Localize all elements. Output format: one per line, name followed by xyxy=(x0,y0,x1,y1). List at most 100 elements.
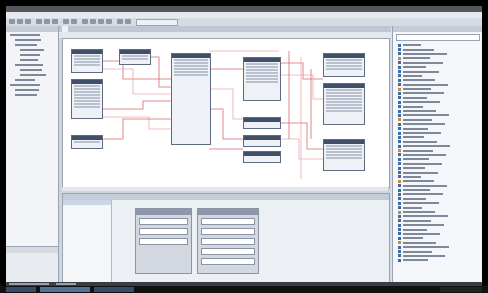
library-item-icon xyxy=(398,56,401,60)
save-icon[interactable] xyxy=(25,19,31,24)
connection-wire xyxy=(209,88,243,120)
property-group-header xyxy=(136,209,191,215)
function-block[interactable] xyxy=(71,79,103,119)
property-field[interactable] xyxy=(139,228,188,235)
property-field[interactable] xyxy=(201,238,255,245)
start-button[interactable] xyxy=(6,287,36,292)
property-group-header xyxy=(198,209,258,215)
property-field[interactable] xyxy=(201,218,255,225)
tree-item[interactable] xyxy=(6,92,58,97)
library-item-icon xyxy=(398,91,401,95)
taskbar-app-button[interactable] xyxy=(40,287,90,292)
monitor-icon[interactable] xyxy=(117,19,123,24)
copy-icon[interactable] xyxy=(44,19,50,24)
library-panel xyxy=(392,26,482,282)
function-block[interactable] xyxy=(323,53,365,77)
library-item-icon xyxy=(398,113,401,117)
library-item-icon xyxy=(398,43,401,47)
block-header xyxy=(120,50,150,54)
function-block[interactable] xyxy=(243,57,281,101)
library-item-icon xyxy=(398,153,401,157)
search-icon[interactable] xyxy=(125,19,131,24)
search-field[interactable] xyxy=(136,19,178,26)
function-block[interactable] xyxy=(243,135,281,147)
undo-icon[interactable] xyxy=(63,19,69,24)
library-item-icon xyxy=(398,83,401,87)
project-tree xyxy=(6,32,58,97)
property-field[interactable] xyxy=(139,218,188,225)
library-item-icon xyxy=(398,61,401,65)
screen xyxy=(0,0,488,293)
library-item-icon xyxy=(398,254,401,258)
library-item-icon xyxy=(398,96,401,100)
function-block[interactable] xyxy=(323,139,365,171)
property-field[interactable] xyxy=(139,238,188,245)
function-block[interactable] xyxy=(243,151,281,163)
function-block[interactable] xyxy=(243,117,281,129)
details-view xyxy=(6,246,58,283)
project-tree-panel xyxy=(6,26,59,283)
library-item-icon xyxy=(398,214,401,218)
library-item-icon xyxy=(398,206,401,210)
block-header xyxy=(72,50,102,54)
block-header xyxy=(324,54,364,58)
library-item-icon xyxy=(398,131,401,135)
properties-nav-item[interactable] xyxy=(63,210,111,215)
function-block[interactable] xyxy=(323,83,365,125)
library-item-icon xyxy=(398,179,401,183)
library-item-icon xyxy=(398,144,401,148)
library-item-icon xyxy=(398,118,401,122)
function-block-canvas[interactable] xyxy=(62,38,390,188)
function-block[interactable] xyxy=(171,53,211,145)
library-item-icon xyxy=(398,52,401,56)
canvas-horizontal-scrollbar[interactable] xyxy=(62,187,388,191)
go-offline-icon[interactable] xyxy=(106,19,112,24)
library-item-icon xyxy=(398,78,401,82)
function-block[interactable] xyxy=(71,135,103,149)
library-item-icon xyxy=(398,188,401,192)
library-item-icon xyxy=(398,109,401,113)
library-item-icon xyxy=(398,162,401,166)
library-header xyxy=(393,26,482,32)
library-item-icon xyxy=(398,223,401,227)
function-block[interactable] xyxy=(71,49,103,73)
properties-panel xyxy=(62,193,390,284)
connection-wire xyxy=(151,56,171,88)
function-block[interactable] xyxy=(119,49,151,65)
compile-icon[interactable] xyxy=(82,19,88,24)
library-item[interactable] xyxy=(393,258,482,262)
library-item-icon xyxy=(398,201,401,205)
block-header xyxy=(72,80,102,84)
library-item-icon xyxy=(398,166,401,170)
redo-icon[interactable] xyxy=(71,19,77,24)
library-item-icon xyxy=(398,140,401,144)
property-field[interactable] xyxy=(201,258,255,265)
library-item-icon xyxy=(398,105,401,109)
library-item-icon xyxy=(398,236,401,240)
library-item-icon xyxy=(398,135,401,139)
new-icon[interactable] xyxy=(9,19,15,24)
library-item-icon xyxy=(398,127,401,131)
open-icon[interactable] xyxy=(17,19,23,24)
library-item-icon xyxy=(398,74,401,78)
library-item-icon xyxy=(398,48,401,52)
library-search-input[interactable] xyxy=(396,34,480,41)
library-item-icon xyxy=(398,149,401,153)
download-icon[interactable] xyxy=(90,19,96,24)
details-header xyxy=(6,247,58,253)
paste-icon[interactable] xyxy=(52,19,58,24)
library-item-icon xyxy=(398,210,401,214)
block-header xyxy=(324,140,364,144)
property-field[interactable] xyxy=(201,248,255,255)
cut-icon[interactable] xyxy=(36,19,42,24)
connection-wire xyxy=(101,68,171,95)
property-field[interactable] xyxy=(201,228,255,235)
go-online-icon[interactable] xyxy=(98,19,104,24)
connection-wire xyxy=(209,108,243,140)
taskbar xyxy=(0,286,488,293)
properties-navigation xyxy=(63,200,112,283)
system-tray xyxy=(440,287,482,292)
library-item-icon xyxy=(398,192,401,196)
library-item-icon xyxy=(398,241,401,245)
taskbar-app-button[interactable] xyxy=(94,287,134,292)
